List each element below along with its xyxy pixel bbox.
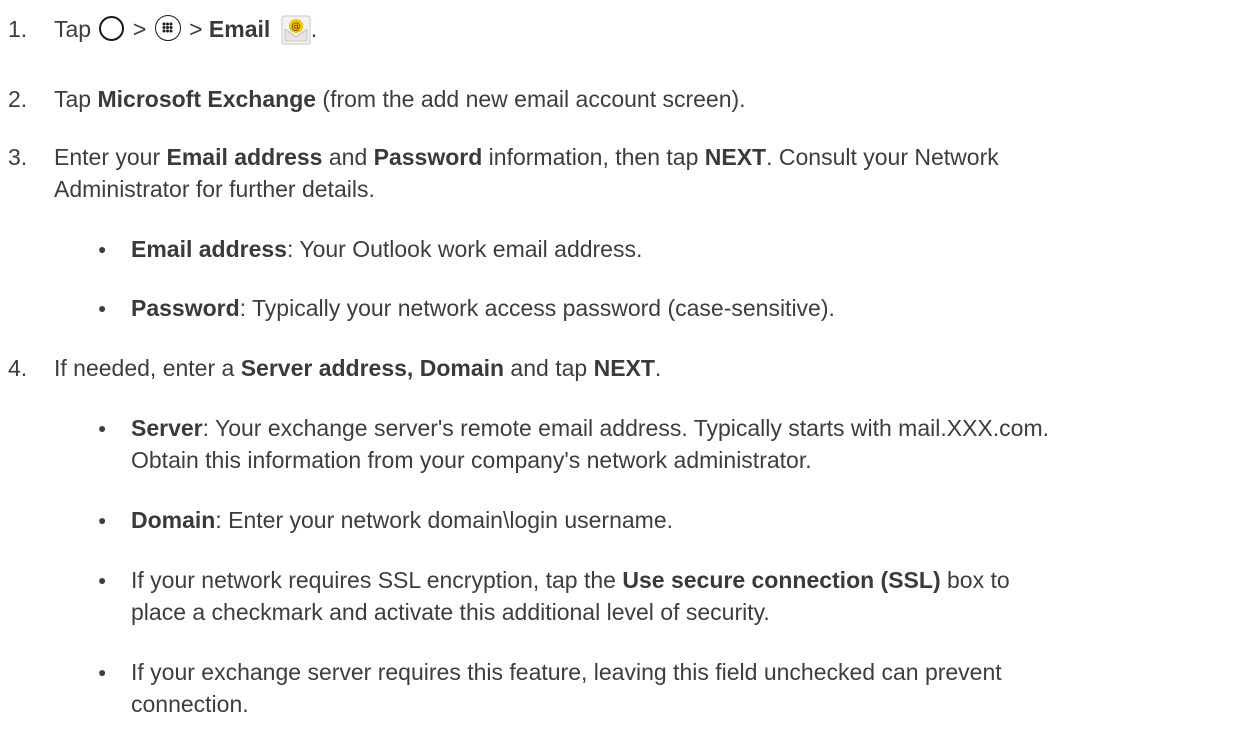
email-app-icon: @ xyxy=(281,15,311,45)
step-text-part: and xyxy=(322,144,374,170)
step-text-part: . xyxy=(310,16,318,42)
bullet-dot: ● xyxy=(98,300,107,316)
step-number: 2. xyxy=(8,86,28,112)
bullet-desc: : Your exchange server's remote email ad… xyxy=(202,415,1049,441)
step-text: Tap Microsoft Exchange (from the add new… xyxy=(54,83,746,115)
step-number: 3. xyxy=(8,144,28,170)
bullet-desc: If your network requires SSL encryption,… xyxy=(131,567,623,593)
bullet-desc: : Typically your network access password… xyxy=(239,295,835,321)
step-text: Enter your Email address and Password in… xyxy=(54,141,999,173)
bullet-desc: : Enter your network domain\login userna… xyxy=(215,507,674,533)
step-text-bold: Email xyxy=(208,16,271,42)
step-text-part: information, then tap xyxy=(482,144,705,170)
step-text-part: > xyxy=(189,16,203,42)
step-text: Administrator for further details. xyxy=(54,176,375,202)
step-text: If needed, enter a Server address, Domai… xyxy=(54,352,661,384)
step-text-bold: Server address, Domain xyxy=(240,355,505,381)
step-text-bold: Password xyxy=(373,144,483,170)
instructions-page: 1. Tap > > Email @ . 2. Tap Microsoft Ex… xyxy=(0,0,1248,732)
apps-icon xyxy=(154,15,181,41)
bullet-term: Server xyxy=(131,415,203,441)
step-text-part: Tap xyxy=(54,16,92,42)
step-text-bold: NEXT xyxy=(593,355,655,381)
step-text-bold: Microsoft Exchange xyxy=(97,86,317,112)
step-text-part: If needed, enter a xyxy=(54,355,241,381)
bullet-text: Server: Your exchange server's remote em… xyxy=(131,412,1049,444)
bullet-dot: ● xyxy=(98,572,107,588)
bullet-term: Email address xyxy=(131,236,287,262)
step-text-bold: NEXT xyxy=(704,144,767,170)
bullet-text: If your network requires SSL encryption,… xyxy=(131,564,1010,596)
bullet-text: connection. xyxy=(131,691,249,717)
bullet-dot: ● xyxy=(98,241,107,257)
bullet-text: If your exchange server requires this fe… xyxy=(131,659,1002,685)
home-circle-icon xyxy=(99,16,125,41)
bullet-dot: ● xyxy=(98,512,107,528)
bullet-text: Obtain this information from your compan… xyxy=(131,447,812,473)
bullet-text: Domain: Enter your network domain\login … xyxy=(131,504,673,536)
bullet-term: Domain xyxy=(131,507,216,533)
bullet-dot: ● xyxy=(98,664,107,680)
bullet-text: place a checkmark and activate this addi… xyxy=(131,599,770,625)
bullet-dot: ● xyxy=(98,420,107,436)
step-text-part: . xyxy=(654,355,662,381)
step-text-part: > xyxy=(132,16,147,42)
step-text-part: Enter your xyxy=(54,144,167,170)
bullet-term: Password xyxy=(131,295,240,321)
bullet-term: Use secure connection (SSL) xyxy=(622,567,941,593)
bullet-text: Password: Typically your network access … xyxy=(131,292,835,324)
bullet-text: Email address: Your Outlook work email a… xyxy=(131,233,642,265)
step-text-part: Tap xyxy=(54,86,98,112)
step-text-part: and tap xyxy=(504,355,594,381)
bullet-desc: box to xyxy=(940,567,1010,593)
step-text-bold: Email address xyxy=(166,144,323,170)
step-number: 4. xyxy=(8,355,28,381)
step-text-part: . Consult your Network xyxy=(766,144,999,170)
svg-text:@: @ xyxy=(291,22,301,33)
step-number: 1. xyxy=(8,16,28,42)
step-text: Tap > > Email @ . xyxy=(54,13,317,45)
bullet-desc: : Your Outlook work email address. xyxy=(286,236,643,262)
step-text-part: (from the add new email account screen). xyxy=(316,86,746,112)
